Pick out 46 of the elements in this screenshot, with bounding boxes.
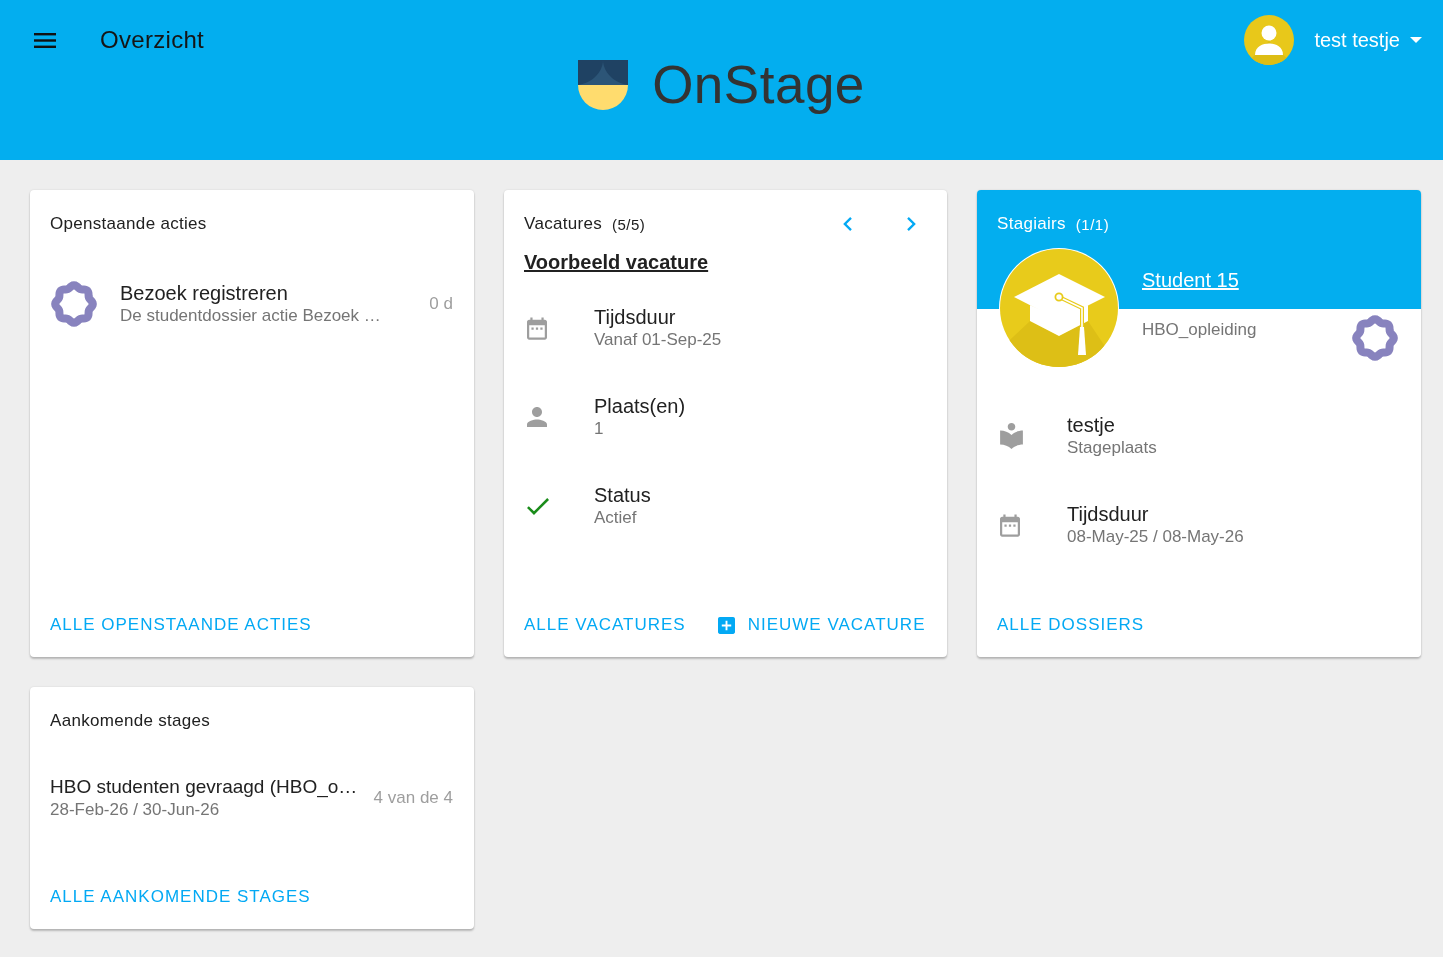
card-title: Vacatures <box>524 213 602 235</box>
user-menu-button[interactable]: test testje <box>1244 15 1422 65</box>
plus-icon <box>717 616 735 634</box>
logo-icon <box>578 60 629 110</box>
card-title: Stagiairs <box>997 213 1066 235</box>
check-icon <box>527 497 549 515</box>
ring-icon <box>50 280 98 328</box>
item-subtitle: 28-Feb-26 / 30-Jun-26 <box>50 799 220 821</box>
education-text: HBO_opleiding <box>1142 319 1257 341</box>
view-all-button[interactable]: ALLE AANKOMENDE STAGES <box>42 879 319 915</box>
menu-icon <box>34 32 56 48</box>
chevron-left-icon <box>842 217 852 231</box>
calendar-icon <box>1000 513 1020 537</box>
detail-value: Stageplaats <box>1067 437 1157 459</box>
detail-value: Actief <box>594 507 637 529</box>
detail-label: Tijdsduur <box>594 305 676 329</box>
page-title: Overzicht <box>100 26 205 54</box>
view-all-button[interactable]: ALLE VACATURES <box>516 607 694 643</box>
caret-icon <box>1410 37 1422 43</box>
item-meta: 0 d <box>428 294 453 314</box>
card-title: Aankomende stages <box>50 710 211 732</box>
item-title: Bezoek registreren <box>120 281 288 305</box>
calendar-icon <box>527 316 547 340</box>
detail-label: Plaats(en) <box>594 394 686 418</box>
detail-value: 08-May-25 / 08-May-26 <box>1067 526 1244 548</box>
detail-label: Status <box>594 483 651 507</box>
avatar-icon <box>1244 15 1295 65</box>
book-reader-icon <box>1000 423 1023 449</box>
person-icon <box>527 407 547 427</box>
ring-icon <box>1351 314 1399 362</box>
chevron-right-icon <box>906 217 916 231</box>
card-title: Openstaande acties <box>50 213 207 235</box>
create-button[interactable]: NIEUWE VACATURE <box>709 607 934 643</box>
card-count: (5/5) <box>612 215 646 233</box>
detail-label: Tijdsduur <box>1067 502 1149 526</box>
item-subtitle: De studentdossier actie Bezoek … <box>120 305 381 327</box>
view-all-button[interactable]: ALLE OPENSTAANDE ACTIES <box>42 607 320 643</box>
student-link[interactable]: Student 15 <box>1142 268 1239 292</box>
vacancy-link[interactable]: Voorbeeld vacature <box>524 250 709 274</box>
view-all-button[interactable]: ALLE DOSSIERS <box>989 607 1153 643</box>
card-count: (1/1) <box>1075 215 1110 233</box>
detail-label: testje <box>1067 413 1115 437</box>
detail-value: Vanaf 01-Sep-25 <box>594 329 722 351</box>
item-meta: 4 van de 4 <box>372 788 453 808</box>
item-title: HBO studenten gevraagd (HBO_o… <box>50 775 358 799</box>
detail-value: 1 <box>594 418 604 440</box>
